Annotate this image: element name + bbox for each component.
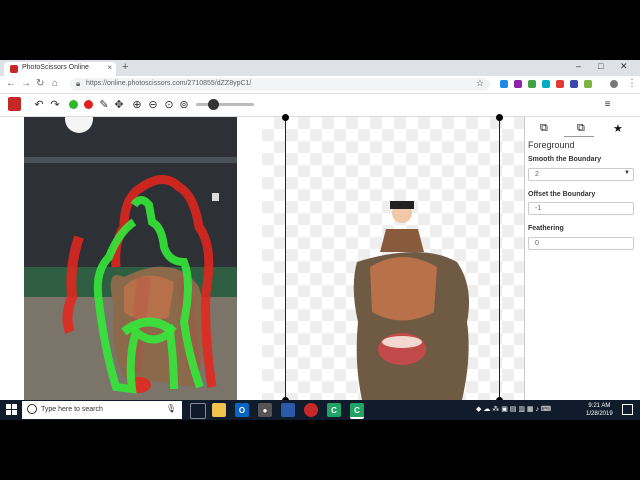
- crop-line-left[interactable]: [285, 117, 286, 400]
- help-button[interactable]: ?: [564, 97, 579, 112]
- new-tab-button[interactable]: +: [122, 61, 128, 73]
- extension-icon[interactable]: [556, 80, 564, 88]
- browser-tab[interactable]: PhotoScissors Online ×: [4, 62, 116, 76]
- app-toolbar: [0, 94, 640, 117]
- crop-handle[interactable]: [282, 114, 289, 121]
- chrome-icon[interactable]: ●: [258, 403, 272, 417]
- brush-size-slider-handle[interactable]: [208, 99, 219, 110]
- crop-handle[interactable]: [496, 114, 503, 121]
- cutout-result: [353, 201, 470, 400]
- file-explorer-icon[interactable]: [212, 403, 226, 417]
- close-icon: ✕: [621, 99, 630, 110]
- zoom-fit-icon[interactable]: ⊙: [162, 97, 176, 111]
- system-clock[interactable]: 9:21 AM 1/28/2019: [586, 402, 613, 418]
- home-icon[interactable]: ⌂: [52, 78, 58, 89]
- outlook-icon[interactable]: O: [235, 403, 249, 417]
- help-icon: ?: [568, 99, 575, 110]
- forward-icon[interactable]: →: [21, 78, 31, 89]
- taskbar-search-box[interactable]: Type here to search 🎙︎: [22, 401, 182, 419]
- zoom-in-icon[interactable]: ⊕: [130, 97, 144, 111]
- microphone-icon[interactable]: 🎙︎: [166, 404, 176, 413]
- extension-icon[interactable]: [514, 80, 522, 88]
- camtasia-icon[interactable]: C: [327, 403, 341, 417]
- smooth-label: Smooth the Boundary: [528, 156, 602, 163]
- save-icon: ▣: [585, 99, 596, 110]
- address-bar[interactable]: 🔒︎ https://online.photoscissors.com/2710…: [70, 78, 490, 91]
- brush-size-slider[interactable]: [196, 103, 254, 106]
- offset-boundary-field[interactable]: -1: [528, 202, 634, 215]
- tab-background[interactable]: ⧉: [577, 122, 585, 135]
- chrome-icon[interactable]: [304, 403, 318, 417]
- search-placeholder: Type here to search: [41, 406, 103, 413]
- redo-icon[interactable]: ↷: [48, 97, 62, 111]
- background-marker-icon[interactable]: [81, 97, 95, 111]
- zoom-actual-icon[interactable]: ⊚: [177, 97, 191, 111]
- extension-icon[interactable]: [500, 80, 508, 88]
- clock-date: 1/28/2019: [586, 411, 613, 417]
- offset-label: Offset the Boundary: [528, 191, 596, 198]
- tab-divider: [564, 136, 594, 137]
- browser-menu-icon[interactable]: ⋮: [627, 78, 637, 89]
- search-icon: [27, 404, 37, 414]
- menu-icon: ≡: [604, 99, 611, 110]
- save-button[interactable]: ▣: [583, 97, 598, 112]
- lock-icon: 🔒︎: [76, 79, 81, 88]
- chevron-down-icon: ▼: [624, 170, 630, 176]
- tab-foreground[interactable]: ⧉: [540, 122, 548, 135]
- task-view-icon[interactable]: [190, 403, 206, 419]
- photoscissors-logo-icon: [8, 97, 21, 111]
- close-app-button[interactable]: ✕: [618, 97, 633, 112]
- back-icon[interactable]: ←: [6, 78, 16, 89]
- move-icon[interactable]: ✥: [112, 97, 126, 111]
- app-icon[interactable]: [281, 403, 295, 417]
- offset-value: -1: [535, 205, 542, 212]
- section-title: Foreground: [528, 140, 575, 150]
- feathering-label: Feathering: [528, 225, 564, 232]
- url-text: https://online.photoscissors.com/2710855…: [86, 80, 252, 87]
- result-canvas[interactable]: [262, 117, 524, 400]
- menu-button[interactable]: ≡: [600, 97, 615, 112]
- minimize-button[interactable]: –: [576, 61, 581, 71]
- undo-icon[interactable]: ↶: [32, 97, 46, 111]
- crop-line-right[interactable]: [499, 117, 500, 400]
- foreground-marker-icon[interactable]: [66, 97, 80, 111]
- tab-close-icon[interactable]: ×: [107, 63, 112, 72]
- profile-avatar[interactable]: [610, 80, 618, 88]
- extension-icon[interactable]: [542, 80, 550, 88]
- clock-time: 9:21 AM: [588, 403, 611, 409]
- smooth-value: 2: [535, 171, 539, 178]
- reload-icon[interactable]: ↻: [36, 78, 44, 89]
- extension-icon[interactable]: [528, 80, 536, 88]
- eraser-icon[interactable]: ✎: [97, 97, 111, 111]
- zoom-out-icon[interactable]: ⊖: [146, 97, 160, 111]
- smooth-boundary-select[interactable]: 2 ▼: [528, 168, 634, 181]
- window-close-button[interactable]: ✕: [620, 61, 628, 72]
- windows-start-icon[interactable]: [6, 404, 18, 416]
- original-image-canvas[interactable]: [24, 117, 237, 400]
- tray-icons[interactable]: ◆ ☁ ⁂ ▣ ▤ ▥ ▦ ♪ ⌨: [476, 405, 551, 413]
- feathering-value: 0: [535, 240, 539, 247]
- notifications-icon[interactable]: [622, 404, 633, 415]
- tab-favorites[interactable]: ★: [613, 122, 623, 135]
- extension-icon[interactable]: [570, 80, 578, 88]
- maximize-button[interactable]: □: [598, 61, 603, 71]
- photoscissors-favicon-icon: [10, 65, 18, 73]
- bookmark-star-icon[interactable]: ☆: [476, 78, 484, 89]
- extension-icon[interactable]: [584, 80, 592, 88]
- tab-title: PhotoScissors Online: [22, 64, 89, 71]
- camtasia-recorder-icon[interactable]: C: [350, 403, 364, 419]
- feathering-field[interactable]: 0: [528, 237, 634, 250]
- original-photo: [24, 117, 237, 400]
